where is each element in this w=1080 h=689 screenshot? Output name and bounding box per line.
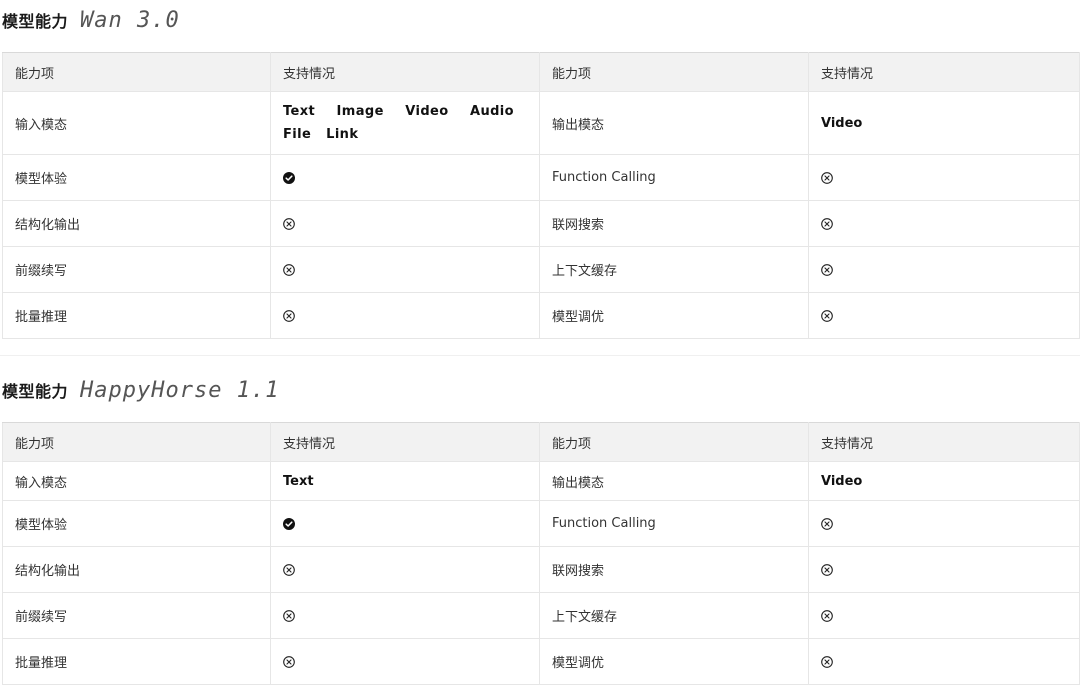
support-cell xyxy=(808,246,1080,293)
header-support-right: 支持情况 xyxy=(808,422,1080,462)
support-cell xyxy=(808,200,1080,247)
cross-circle-icon xyxy=(283,563,295,576)
header-support-left: 支持情况 xyxy=(270,52,540,92)
capability-name: 结构化输出 xyxy=(2,200,271,247)
section-divider xyxy=(0,355,1080,356)
capability-name: 模型调优 xyxy=(539,292,809,339)
support-cell xyxy=(270,200,540,247)
support-value: Video xyxy=(808,461,1080,501)
cross-circle-icon xyxy=(283,263,295,276)
header-support-right: 支持情况 xyxy=(808,52,1080,92)
header-capability-left: 能力项 xyxy=(2,52,271,92)
section-heading: 模型能力 Wan 3.0 xyxy=(0,0,1080,40)
capability-name: 前缀续写 xyxy=(2,246,271,293)
check-circle-icon xyxy=(283,517,295,530)
cross-circle-icon xyxy=(821,609,833,622)
cross-circle-icon xyxy=(821,517,833,530)
support-cell xyxy=(808,638,1080,685)
capability-name: 批量推理 xyxy=(2,638,271,685)
support-cell xyxy=(808,546,1080,593)
support-value: Text xyxy=(270,461,540,501)
cross-circle-icon xyxy=(821,655,833,668)
support-cell xyxy=(270,546,540,593)
cross-circle-icon xyxy=(821,309,833,322)
capability-name: 模型体验 xyxy=(2,500,271,547)
model-name: Wan 3.0 xyxy=(80,7,180,33)
table-row: 前缀续写 上下文缓存 xyxy=(2,246,1080,293)
header-capability-left: 能力项 xyxy=(2,422,271,462)
capability-name: 输出模态 xyxy=(539,91,809,155)
capability-name: 联网搜索 xyxy=(539,546,809,593)
table-row: 批量推理 模型调优 xyxy=(2,638,1080,685)
section-label: 模型能力 xyxy=(2,12,69,31)
support-cell xyxy=(270,638,540,685)
table-header-row: 能力项 支持情况 能力项 支持情况 xyxy=(2,422,1080,462)
cross-circle-icon xyxy=(283,655,295,668)
capability-table: 能力项 支持情况 能力项 支持情况 输入模态 Text 输出模态 Video 模… xyxy=(2,422,1080,685)
cross-circle-icon xyxy=(283,609,295,622)
capability-name: 模型体验 xyxy=(2,154,271,201)
capability-name: 联网搜索 xyxy=(539,200,809,247)
cross-circle-icon xyxy=(821,563,833,576)
capability-name: 结构化输出 xyxy=(2,546,271,593)
table-row: 模型体验 Function Calling xyxy=(2,500,1080,547)
support-value: Text Image Video Audio File Link xyxy=(270,91,540,155)
table-row: 批量推理 模型调优 xyxy=(2,292,1080,339)
header-support-left: 支持情况 xyxy=(270,422,540,462)
capability-name: 上下文缓存 xyxy=(539,592,809,639)
section-heading: 模型能力 HappyHorse 1.1 xyxy=(0,370,1080,410)
capability-name: Function Calling xyxy=(539,500,809,547)
section-label: 模型能力 xyxy=(2,382,69,401)
capability-name: 批量推理 xyxy=(2,292,271,339)
support-cell xyxy=(270,592,540,639)
support-cell xyxy=(808,292,1080,339)
support-cell xyxy=(808,154,1080,201)
table-row: 输入模态 Text Image Video Audio File Link 输出… xyxy=(2,91,1080,155)
check-circle-icon xyxy=(283,171,295,184)
header-capability-right: 能力项 xyxy=(539,422,809,462)
support-value: Video xyxy=(808,91,1080,155)
support-cell xyxy=(270,292,540,339)
table-row: 输入模态 Text 输出模态 Video xyxy=(2,461,1080,501)
cross-circle-icon xyxy=(821,263,833,276)
table-row: 模型体验 Function Calling xyxy=(2,154,1080,201)
capability-name: 输入模态 xyxy=(2,91,271,155)
support-cell xyxy=(808,500,1080,547)
support-cell xyxy=(270,246,540,293)
capability-section-wan: 模型能力 Wan 3.0 能力项 支持情况 能力项 支持情况 输入模态 Text… xyxy=(0,0,1080,339)
capability-name: 前缀续写 xyxy=(2,592,271,639)
table-row: 前缀续写 上下文缓存 xyxy=(2,592,1080,639)
capability-name: Function Calling xyxy=(539,154,809,201)
capability-name: 上下文缓存 xyxy=(539,246,809,293)
capability-name: 输入模态 xyxy=(2,461,271,501)
capability-section-happyhorse: 模型能力 HappyHorse 1.1 能力项 支持情况 能力项 支持情况 输入… xyxy=(0,370,1080,685)
model-name: HappyHorse 1.1 xyxy=(80,377,280,403)
table-row: 结构化输出 联网搜索 xyxy=(2,546,1080,593)
capability-table: 能力项 支持情况 能力项 支持情况 输入模态 Text Image Video … xyxy=(2,52,1080,339)
cross-circle-icon xyxy=(821,171,833,184)
support-cell xyxy=(270,154,540,201)
cross-circle-icon xyxy=(283,217,295,230)
table-row: 结构化输出 联网搜索 xyxy=(2,200,1080,247)
cross-circle-icon xyxy=(821,217,833,230)
cross-circle-icon xyxy=(283,309,295,322)
capability-name: 模型调优 xyxy=(539,638,809,685)
support-cell xyxy=(808,592,1080,639)
support-cell xyxy=(270,500,540,547)
table-header-row: 能力项 支持情况 能力项 支持情况 xyxy=(2,52,1080,92)
capability-name: 输出模态 xyxy=(539,461,809,501)
header-capability-right: 能力项 xyxy=(539,52,809,92)
